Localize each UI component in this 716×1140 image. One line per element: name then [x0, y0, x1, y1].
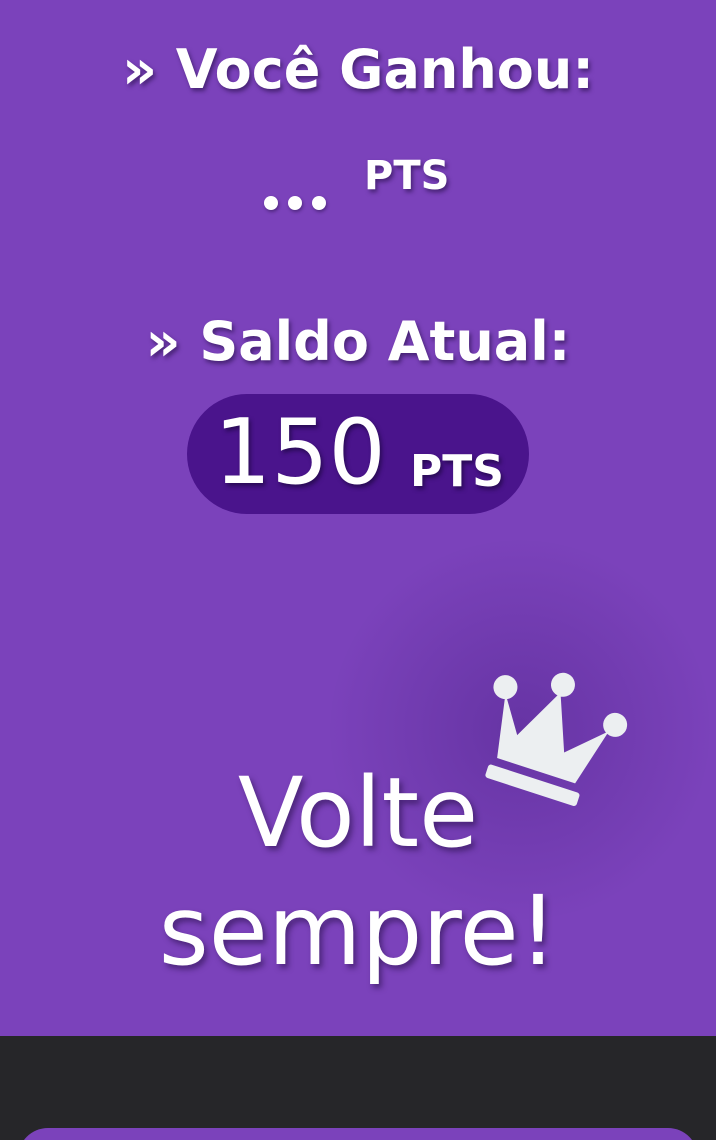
earned-value: ... — [264, 196, 330, 212]
earned-value-text: ... — [264, 196, 265, 197]
ellipsis-dot — [312, 196, 326, 210]
ellipsis-dot — [288, 196, 302, 210]
ellipsis-dot — [264, 196, 278, 210]
earned-heading: » Você Ganhou: — [122, 38, 594, 101]
balance-heading: » Saldo Atual: — [145, 310, 571, 373]
balance-value: 150 — [214, 400, 386, 505]
footer-action-button[interactable] — [18, 1128, 698, 1140]
footer-bar — [0, 1036, 716, 1140]
reward-screen: » Você Ganhou: ... PTS » Saldo Atual: 15… — [0, 0, 716, 1140]
farewell-line-2: sempre! — [158, 875, 558, 987]
earned-unit: PTS — [364, 153, 450, 199]
main-panel: » Você Ganhou: ... PTS » Saldo Atual: 15… — [0, 0, 716, 1036]
farewell-line-1: Volte — [237, 757, 479, 869]
balance-unit: PTS — [410, 446, 504, 497]
